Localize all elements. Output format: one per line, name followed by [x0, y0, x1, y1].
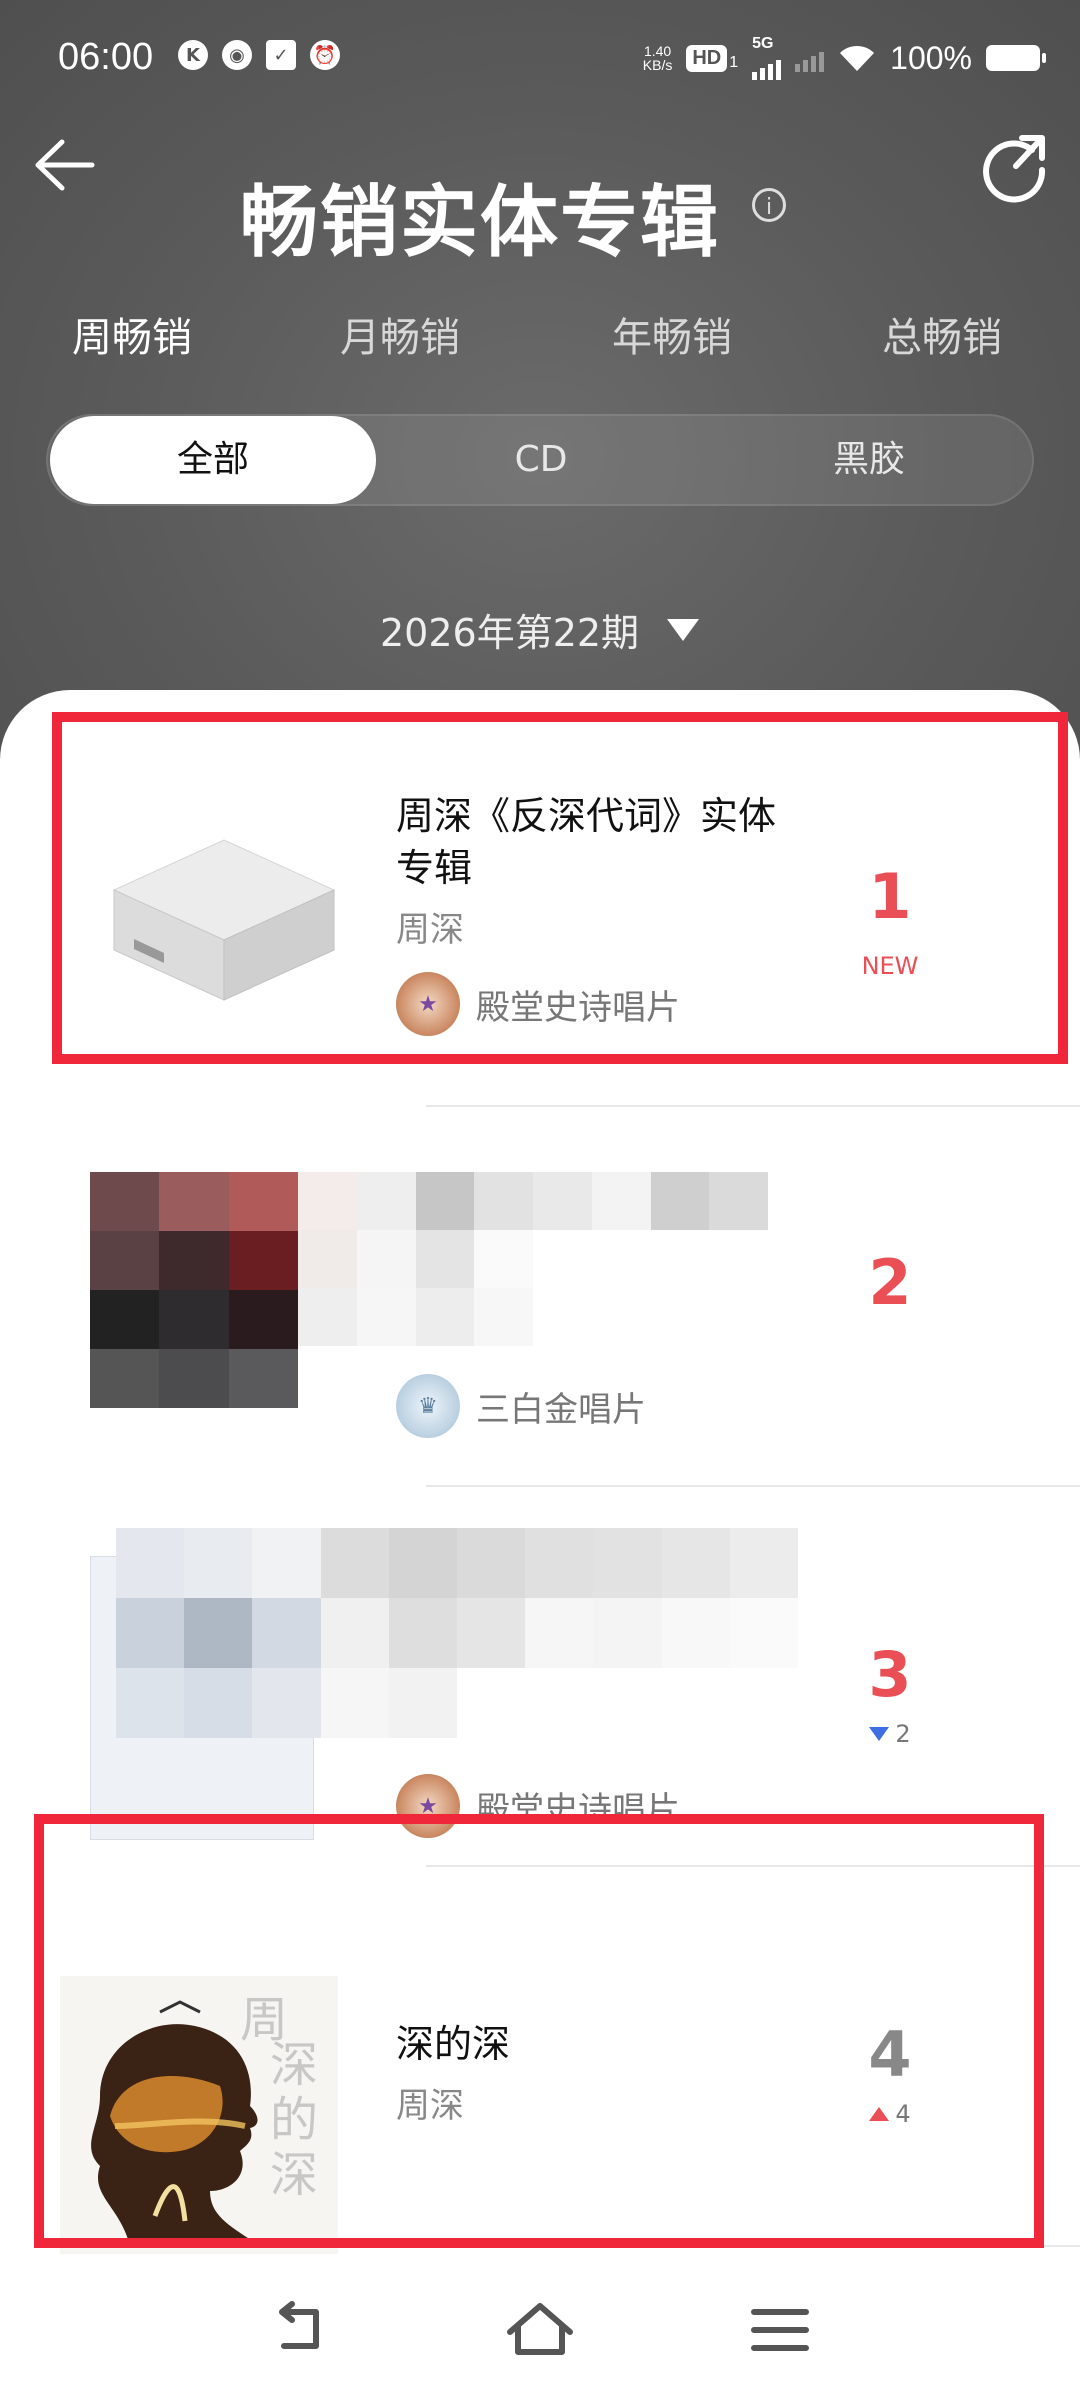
format-tab-vinyl[interactable]: 黑胶 — [706, 416, 1032, 504]
period-label: 2026年第22期 — [380, 611, 640, 655]
tab-weekly[interactable]: 周畅销 — [72, 305, 192, 363]
format-tab-all[interactable]: 全部 — [50, 416, 376, 504]
period-tabs: 周畅销 月畅销 年畅销 总畅销 — [0, 305, 1080, 375]
tab-yearly[interactable]: 年畅销 — [612, 305, 732, 363]
divider — [426, 1105, 1080, 1107]
dropdown-triangle-icon — [667, 618, 700, 641]
info-icon[interactable]: i — [752, 188, 786, 222]
share-icon[interactable] — [976, 128, 1052, 204]
signal-5g: 5G — [752, 35, 782, 80]
hd-sub: 1 — [729, 53, 739, 71]
status-time: 06:00 — [58, 36, 154, 78]
signal-bars-2-icon — [795, 44, 825, 72]
rank-number: 2 — [868, 1246, 912, 1319]
album-cover-pixelated — [90, 1172, 298, 1408]
hd-indicator: HD 1 — [686, 44, 739, 72]
globe-icon: ◉ — [222, 40, 252, 70]
period-selector[interactable]: 2026年第22期 — [380, 602, 700, 657]
text-pixelated — [116, 1528, 798, 1738]
rank-change-value: 2 — [895, 1720, 911, 1748]
back-arrow-icon[interactable] — [30, 130, 100, 200]
battery-icon — [986, 45, 1046, 71]
battery-percent: 100% — [890, 39, 972, 76]
status-bar: 06:00 K ◉ ✓ ⏰ 1.40 KB/s HD 1 5G 100% — [0, 0, 1080, 120]
highlight-box — [34, 1814, 1044, 2248]
back-nav-icon[interactable] — [262, 2290, 342, 2370]
badge-label: 三白金唱片 — [476, 1389, 646, 1430]
status-icons: K ◉ ✓ ⏰ — [178, 40, 340, 70]
net-speed: 1.40 KB/s — [643, 44, 673, 72]
format-tab-cd[interactable]: CD — [378, 416, 704, 504]
menu-nav-icon[interactable] — [740, 2290, 820, 2370]
k-app-icon: K — [178, 40, 208, 70]
platinum-medal-icon: ♛ — [396, 1374, 460, 1438]
signal-bars-icon — [752, 52, 782, 80]
down-arrow-icon — [869, 1727, 890, 1741]
clipboard-check-icon: ✓ — [266, 40, 296, 70]
list-item[interactable]: ★ 殿堂史诗唱片 3 2 — [0, 1488, 1080, 1868]
rank-number: 3 — [868, 1638, 912, 1711]
tab-monthly[interactable]: 月畅销 — [340, 305, 460, 363]
format-segmented-control: 全部 CD 黑胶 — [46, 414, 1034, 506]
system-nav-bar — [0, 2260, 1080, 2400]
network-type: 5G — [752, 35, 774, 52]
highlight-box — [52, 712, 1068, 1064]
text-pixelated — [298, 1172, 768, 1346]
list-item[interactable]: ♛ 三白金唱片 2 — [0, 1108, 1080, 1488]
divider — [426, 1485, 1080, 1487]
net-speed-unit: KB/s — [642, 57, 673, 73]
page-title: 畅销实体专辑 — [240, 178, 721, 268]
alarm-icon: ⏰ — [310, 40, 340, 70]
net-speed-value: 1.40 — [643, 43, 672, 59]
sales-badge: ♛ 三白金唱片 — [396, 1374, 646, 1438]
home-nav-icon[interactable] — [500, 2290, 580, 2370]
wifi-icon — [840, 45, 875, 71]
rank-change: 2 — [840, 1720, 940, 1748]
hd-badge: HD — [686, 44, 728, 72]
tab-total[interactable]: 总畅销 — [882, 305, 1002, 363]
status-right: 1.40 KB/s HD 1 5G 100% — [643, 35, 1046, 80]
